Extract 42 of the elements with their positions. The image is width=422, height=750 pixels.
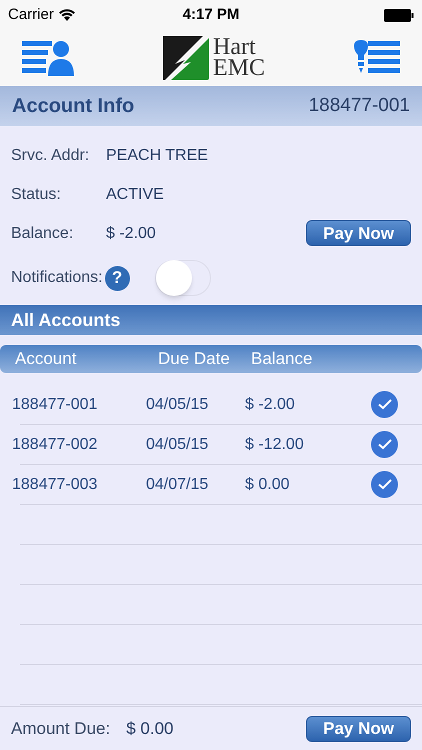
field-value: PEACH TREE [106,146,208,166]
notifications-label: Notifications: [11,268,103,288]
logo-text: Hart [212,37,256,58]
table-cell-text: 04/05/15 [146,394,210,414]
wifi-icon [58,8,76,22]
field-value: $ -2.00 [106,224,156,244]
check-icon [378,479,392,490]
amount-due-value: $ 0.00 [126,718,174,740]
table-cell-text: 04/05/15 [146,434,210,454]
table-cell-text: $ 0.00 [245,474,290,494]
table-cell-text: $ -2.00 [245,394,295,414]
pay-now-button[interactable]: Pay Now [306,716,411,742]
field-label: Balance: [11,224,74,244]
section-title: Account Info [12,94,134,119]
help-button[interactable]: ? [104,266,130,290]
field-value: ACTIVE [106,184,164,204]
logo-text: EMC [212,58,265,79]
pay-now-button[interactable]: Pay Now [306,220,411,246]
field-label: Srvc. Addr: [11,146,90,166]
battery-icon [384,8,414,22]
check-icon [378,439,392,450]
column-header: Balance [251,348,312,370]
clock: 4:17 PM [182,4,240,25]
logo-mark-icon [160,34,211,82]
table-cell-text: 188477-002 [12,434,98,454]
account-number: 188477-001 [308,94,410,118]
row-checkbox[interactable] [371,431,398,458]
field-label: Status: [11,184,62,204]
amount-due-label: Amount Due: [11,718,110,740]
check-icon [378,399,392,410]
carrier-label: Carrier [8,4,54,25]
column-header: Account [14,348,78,370]
table-cell-text: 188477-001 [12,394,98,414]
section-title: All Accounts [11,308,120,332]
row-checkbox[interactable] [371,391,398,418]
table-cell-text: $ -12.00 [245,434,304,454]
table-cell-text: 04/07/15 [146,474,210,494]
row-checkbox[interactable] [371,471,398,498]
column-header: Due Date [158,348,231,370]
table-cell-text: 188477-003 [12,474,98,494]
account-list-icon[interactable] [22,38,74,78]
notifications-toggle[interactable] [154,260,211,296]
